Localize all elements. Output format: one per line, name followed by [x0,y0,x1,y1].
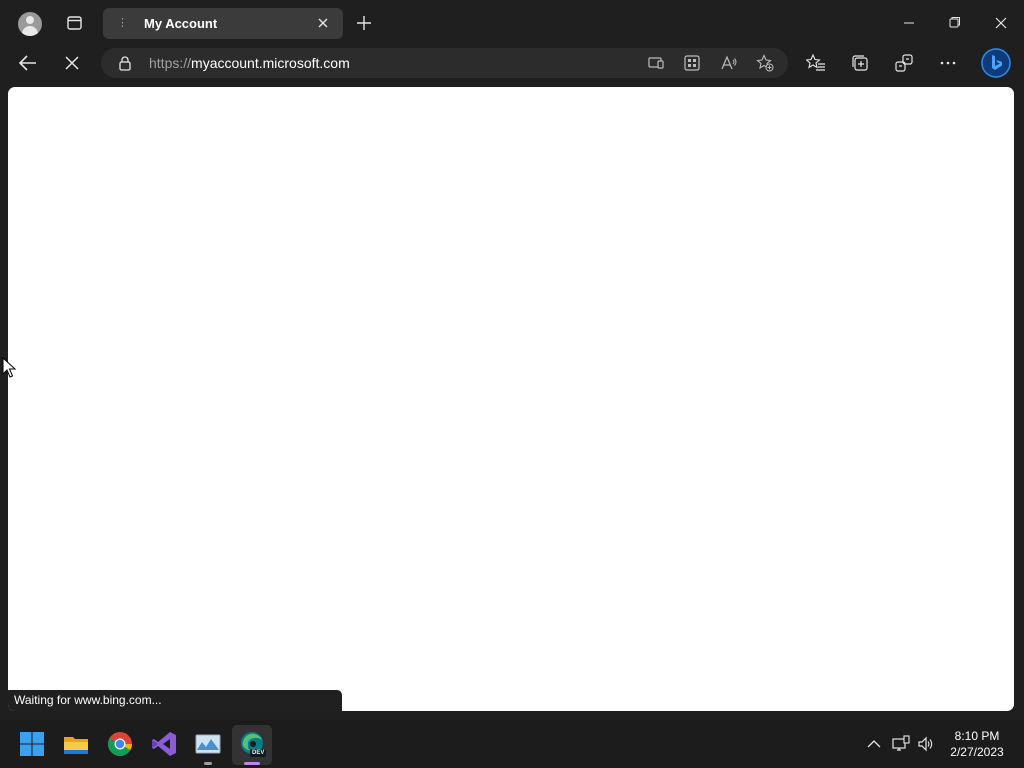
volume-icon[interactable] [917,735,935,753]
tab-loading-icon: ⋮ [117,17,128,29]
more-options-icon[interactable] [938,53,958,73]
extensions-grid-icon[interactable] [683,54,701,72]
web-content-area[interactable] [8,87,1014,711]
address-url[interactable]: https://myaccount.microsoft.com [149,55,350,71]
running-indicator [204,762,212,765]
show-hidden-icons-chevron-icon[interactable] [866,736,882,752]
mouse-cursor-icon [2,357,16,379]
url-protocol: https:// [149,55,192,71]
visual-studio-icon[interactable] [148,728,180,760]
new-tab-icon[interactable] [355,14,373,32]
tab-my-account[interactable]: ⋮ My Account [103,8,343,39]
edge-dev-icon[interactable]: DEV [236,728,268,760]
back-icon[interactable] [16,52,40,74]
edge-dev-badge: DEV [252,750,265,756]
add-favorite-icon[interactable] [756,54,774,72]
tab-close-icon[interactable] [315,15,331,31]
profile-avatar-icon[interactable] [18,12,42,36]
network-icon[interactable] [892,735,910,753]
file-explorer-icon[interactable] [60,728,92,760]
restore-icon[interactable] [935,8,975,38]
stop-loading-icon[interactable] [61,52,83,74]
active-indicator [244,762,260,765]
collections-icon[interactable] [850,53,870,73]
minimize-icon[interactable] [889,8,929,38]
browser-essentials-icon[interactable] [894,53,914,73]
windows-start-icon[interactable] [16,728,48,760]
read-aloud-icon[interactable] [720,54,738,72]
taskbar: DEV 8:10 PM 2/27/2023 [0,720,1024,768]
chrome-icon[interactable] [104,728,136,760]
tab-strip: ⋮ My Account [0,0,1024,46]
url-host: myaccount.microsoft.com [191,55,350,71]
clock-time: 8:10 PM [954,729,1000,743]
status-bubble: Waiting for www.bing.com... [8,690,342,711]
tab-actions-menu-icon[interactable] [66,14,84,32]
clock-date: 2/27/2023 [950,745,1004,759]
bing-chat-icon[interactable] [981,48,1011,78]
app-available-icon[interactable] [647,54,665,72]
status-text: Waiting for www.bing.com... [14,693,162,707]
tab-title: My Account [144,16,218,31]
lock-icon[interactable] [118,55,132,71]
system-clock[interactable]: 8:10 PM 2/27/2023 [940,728,1014,760]
close-window-icon[interactable] [981,8,1021,38]
screenshot-tool-icon[interactable] [192,728,224,760]
favorites-icon[interactable] [806,53,826,73]
